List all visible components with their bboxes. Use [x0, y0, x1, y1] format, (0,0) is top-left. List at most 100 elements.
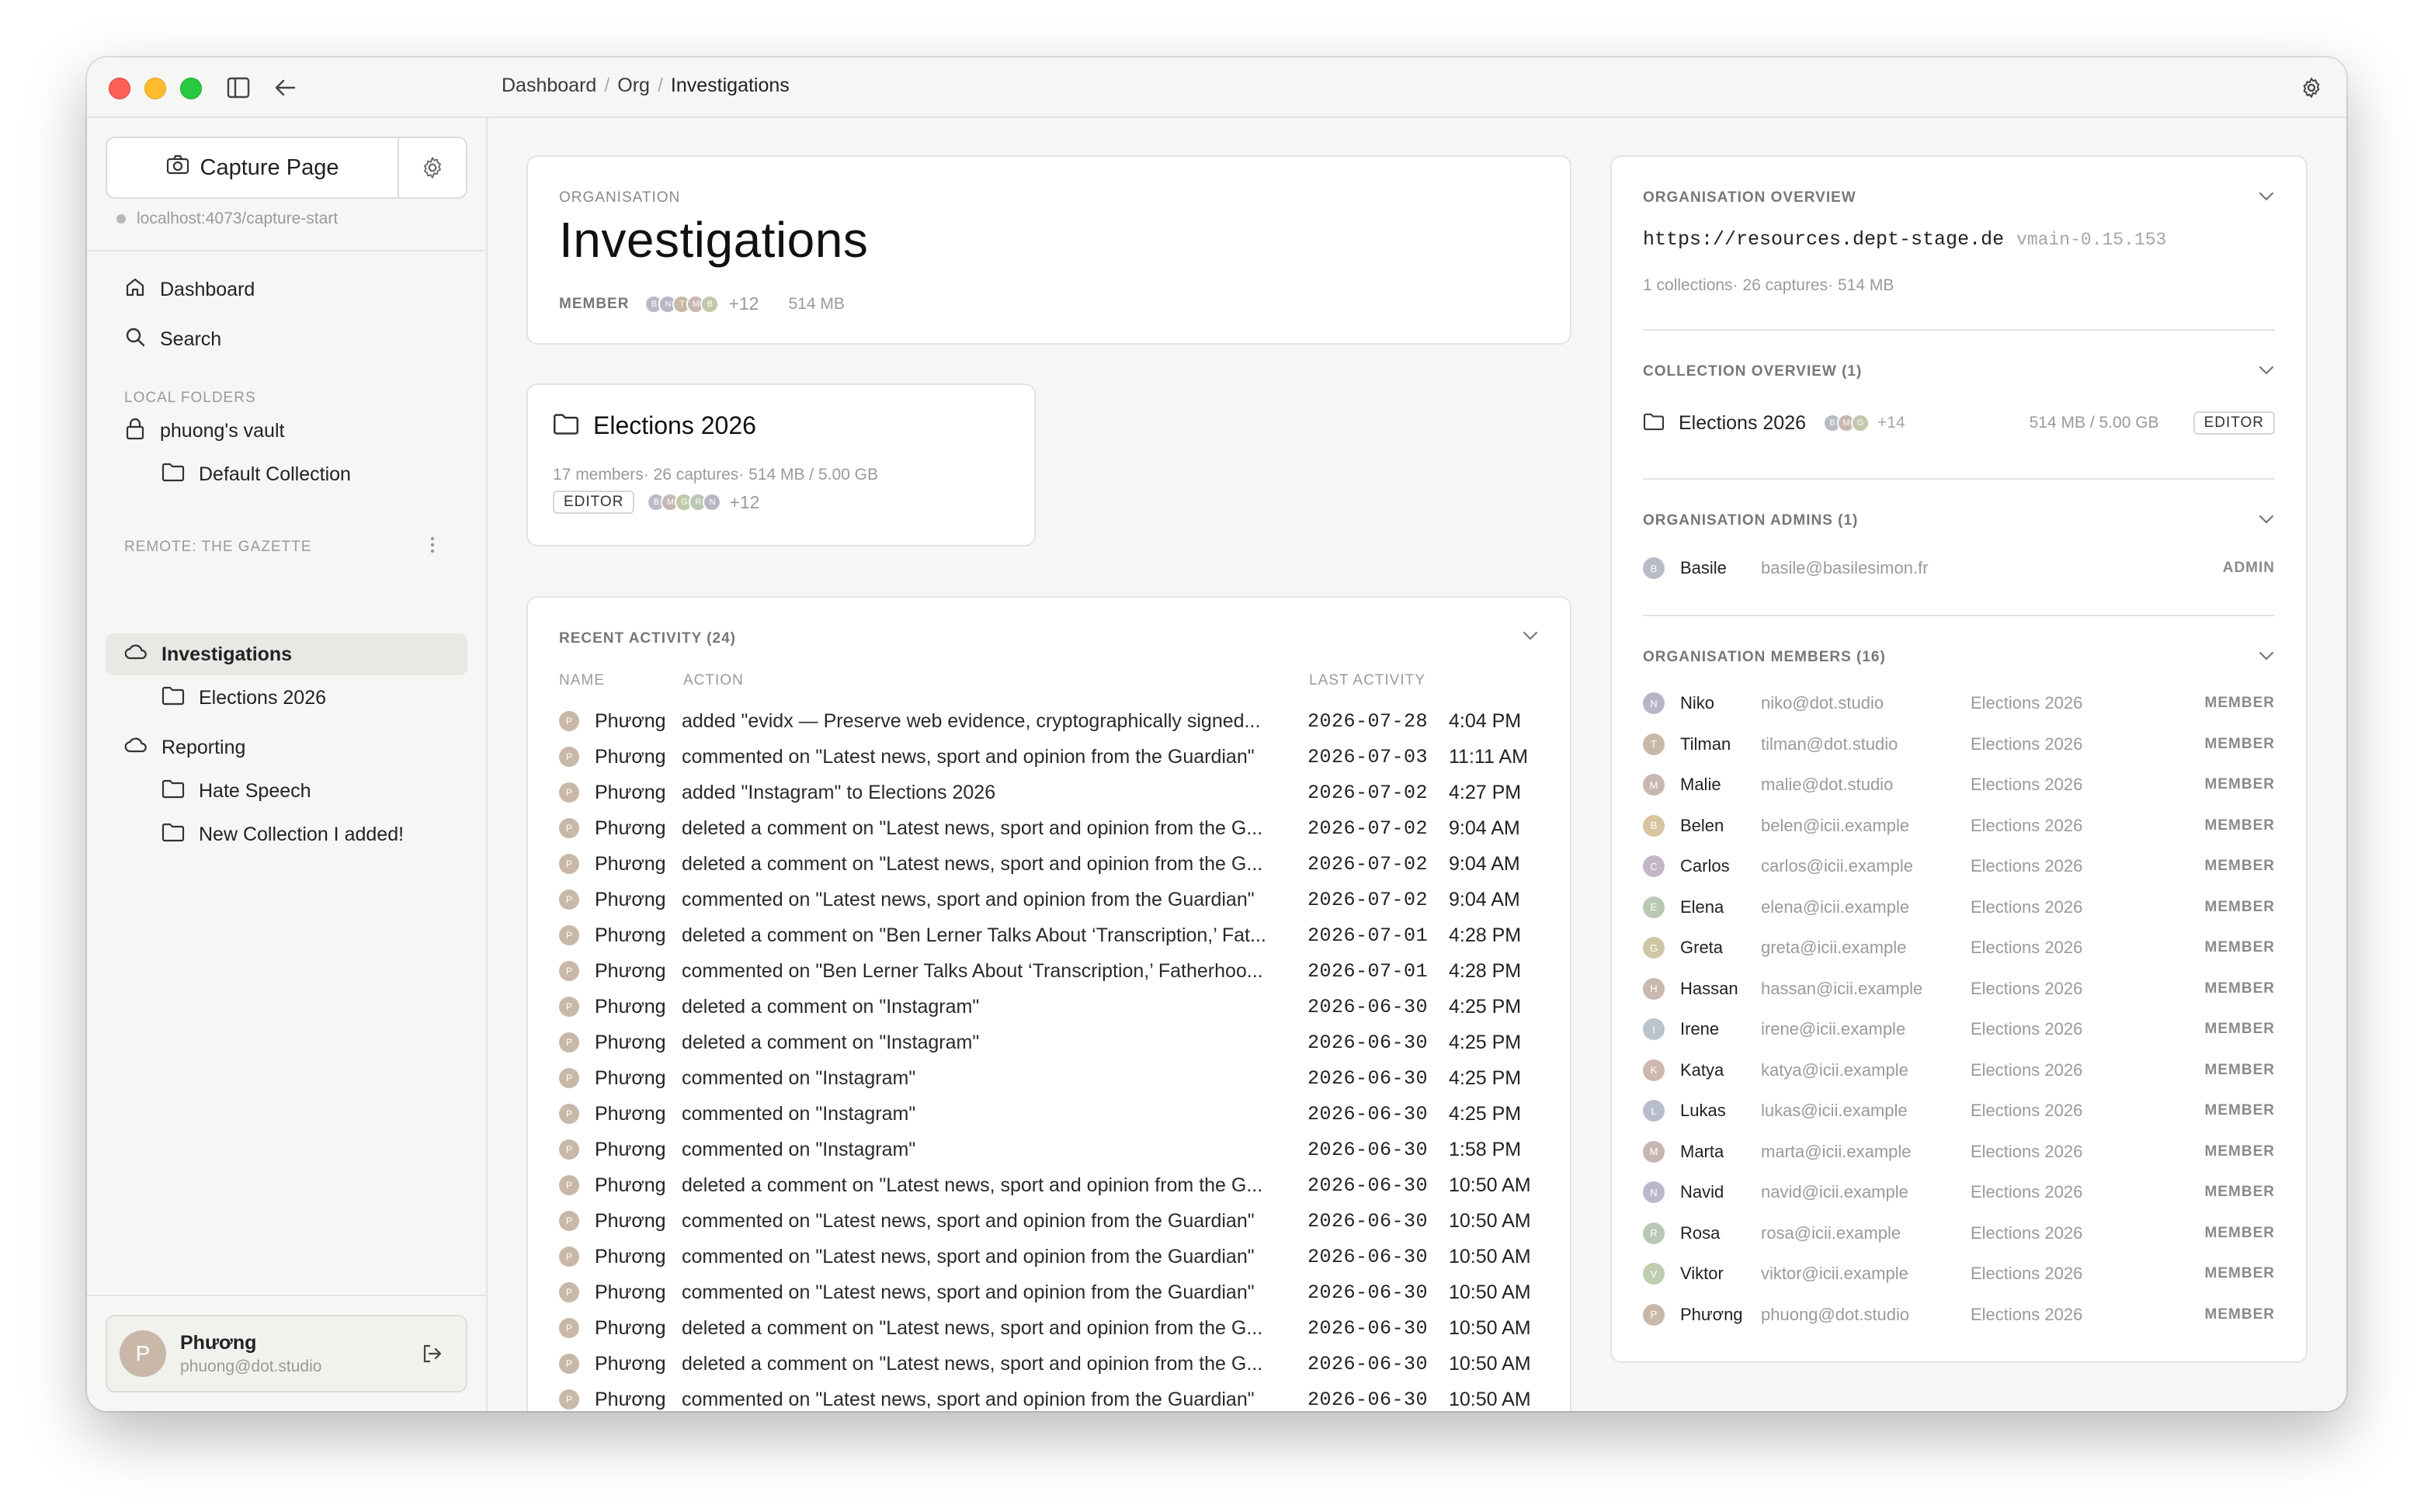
table-row[interactable]: P Phương deleted a comment on "Latest news…	[559, 810, 1539, 846]
member-row[interactable]: I Irene irene@icii.example Elections 2026 ME…	[1643, 1014, 2275, 1045]
avatar: L	[1643, 1100, 1665, 1122]
table-row[interactable]: P Phương commented on "Latest news, sport …	[559, 1274, 1539, 1310]
activity-user: Phương	[595, 1102, 666, 1125]
activity-action: commented on "Instagram"	[682, 1066, 916, 1089]
close-window-button[interactable]	[109, 78, 130, 99]
table-row[interactable]: P Phương commented on "Latest news, sport …	[559, 1382, 1539, 1411]
capture-settings-gear-icon[interactable]	[399, 138, 466, 197]
member-row[interactable]: B Belen belen@icii.example Elections 2026 ME…	[1643, 810, 2275, 841]
collection-overview-row[interactable]: Elections 2026 B M G +14 514 MB / 5.00 G…	[1643, 405, 2275, 441]
chevron-down-icon[interactable]	[2258, 514, 2275, 529]
member-row[interactable]: K Katya katya@icii.example Elections 2026 ME…	[1643, 1055, 2275, 1086]
activity-date: 2026-07-02	[1307, 817, 1429, 840]
member-name: Malie	[1680, 775, 1721, 794]
table-row[interactable]: P Phương commented on "Latest news, sport …	[559, 1239, 1539, 1274]
activity-action: deleted a comment on "Latest news, sport…	[682, 1352, 1263, 1375]
member-collection: Elections 2026	[1971, 1304, 2083, 1324]
member-row[interactable]: N Navid navid@icii.example Elections 2026 ME…	[1643, 1177, 2275, 1208]
sidebar-item-label: phuong's vault	[160, 419, 285, 442]
member-row[interactable]: C Carlos carlos@icii.example Elections 2026…	[1643, 851, 2275, 882]
org-url[interactable]: https://resources.dept-stage.de	[1643, 228, 2004, 251]
collection-meta: 17 members· 26 captures· 514 MB / 5.00 G…	[553, 466, 879, 484]
sidebar-item-label: Hate Speech	[199, 779, 311, 802]
chevron-down-icon[interactable]	[2258, 650, 2275, 665]
chevron-down-icon[interactable]	[2258, 365, 2275, 380]
admin-row[interactable]: B Basile basile@basilesimon.fr ADMIN	[1643, 553, 2275, 584]
sidebar-item-search[interactable]: Search	[106, 318, 467, 360]
member-row[interactable]: P Phương phuong@dot.studio Elections 2026 ME…	[1643, 1299, 2275, 1330]
back-arrow-icon[interactable]	[270, 73, 300, 102]
member-row[interactable]: R Rosa rosa@icii.example Elections 2026 MEMB…	[1643, 1218, 2275, 1249]
member-row[interactable]: N Niko niko@dot.studio Elections 2026 MEMBER	[1643, 688, 2275, 719]
title-bar: Dashboard / Org / Investigations	[87, 57, 2346, 118]
table-row[interactable]: P Phương commented on "Latest news, sport …	[559, 1203, 1539, 1239]
avatar: P	[559, 747, 579, 767]
breadcrumb-dashboard[interactable]: Dashboard	[502, 75, 596, 97]
member-row[interactable]: T Tilman tilman@dot.studio Elections 2026 ME…	[1643, 729, 2275, 760]
member-collection: Elections 2026	[1971, 1141, 2083, 1161]
member-name: Carlos	[1680, 856, 1730, 876]
member-avatars[interactable]: B M G R N	[647, 493, 722, 512]
capture-page-button[interactable]: Capture Page	[107, 138, 399, 197]
member-role: MEMBER	[2204, 1143, 2275, 1160]
activity-action: deleted a comment on "Instagram"	[682, 995, 980, 1018]
activity-user: Phương	[595, 1281, 666, 1303]
table-row[interactable]: P Phương added "Instagram" to Elections 20…	[559, 775, 1539, 810]
table-row[interactable]: P Phương commented on "Instagram" 2026-06-3…	[559, 1060, 1539, 1096]
table-row[interactable]: P Phương deleted a comment on "Latest news…	[559, 1310, 1539, 1346]
activity-date: 2026-07-02	[1307, 781, 1429, 804]
member-row[interactable]: V Viktor viktor@icii.example Elections 2026…	[1643, 1258, 2275, 1289]
table-row[interactable]: P Phương deleted a comment on "Instagram" 2…	[559, 1025, 1539, 1060]
table-row[interactable]: P Phương commented on "Ben Lerner Talks Ab…	[559, 953, 1539, 989]
chevron-down-icon[interactable]	[2258, 191, 2275, 206]
sidebar-item-hate-speech[interactable]: Hate Speech	[106, 770, 467, 812]
breadcrumb-org[interactable]: Org	[617, 75, 650, 97]
table-row[interactable]: P Phương commented on "Latest news, sport …	[559, 739, 1539, 775]
sidebar-item-elections-2026[interactable]: Elections 2026	[106, 677, 467, 719]
activity-date: 2026-06-30	[1307, 1388, 1429, 1411]
table-row[interactable]: P Phương deleted a comment on "Latest news…	[559, 1346, 1539, 1382]
table-row[interactable]: P Phương deleted a comment on "Latest news…	[559, 846, 1539, 882]
sidebar-item-dashboard[interactable]: Dashboard	[106, 269, 467, 310]
sidebar-item-investigations[interactable]: Investigations	[106, 633, 467, 675]
member-row[interactable]: E Elena elena@icii.example Elections 2026 ME…	[1643, 892, 2275, 923]
table-row[interactable]: P Phương deleted a comment on "Ben Lerner …	[559, 917, 1539, 953]
minimize-window-button[interactable]	[144, 78, 166, 99]
avatar: P	[559, 1175, 579, 1195]
avatar: E	[1643, 896, 1665, 918]
member-row[interactable]: H Hassan hassan@icii.example Elections 2026…	[1643, 973, 2275, 1004]
user-card[interactable]: P Phương phuong@dot.studio	[106, 1315, 467, 1392]
activity-time: 11:11 AM	[1449, 745, 1528, 768]
search-icon	[124, 326, 146, 353]
sidebar-toggle-icon[interactable]	[224, 73, 253, 102]
table-row[interactable]: P Phương commented on "Latest news, sport …	[559, 882, 1539, 917]
member-row[interactable]: L Lukas lukas@icii.example Elections 2026 ME…	[1643, 1095, 2275, 1126]
table-row[interactable]: P Phương commented on "Instagram" 2026-06-3…	[559, 1132, 1539, 1167]
avatar: P	[559, 1104, 579, 1124]
table-row[interactable]: P Phương deleted a comment on "Latest news…	[559, 1167, 1539, 1203]
member-row[interactable]: G Greta greta@icii.example Elections 2026 ME…	[1643, 932, 2275, 963]
cloud-icon	[124, 736, 148, 760]
sidebar-item-new-collection[interactable]: New Collection I added!	[106, 813, 467, 855]
avatar: G	[1851, 414, 1870, 432]
settings-gear-icon[interactable]	[2297, 73, 2326, 102]
collection-card[interactable]: Elections 2026 17 members· 26 captures· …	[526, 383, 1036, 546]
member-row[interactable]: M Marta marta@icii.example Elections 2026 ME…	[1643, 1136, 2275, 1167]
chevron-down-icon[interactable]	[1522, 630, 1539, 645]
more-options-icon[interactable]	[429, 534, 436, 560]
logout-icon[interactable]	[421, 1343, 443, 1368]
member-name: Irene	[1680, 1019, 1720, 1039]
table-row[interactable]: P Phương added "evidx — Preserve web evide…	[559, 703, 1539, 739]
avatar: G	[1643, 937, 1665, 959]
member-name: Viktor	[1680, 1264, 1724, 1283]
avatar: P	[559, 1389, 579, 1410]
table-row[interactable]: P Phương commented on "Instagram" 2026-06-3…	[559, 1096, 1539, 1132]
member-row[interactable]: M Malie malie@dot.studio Elections 2026 MEMB…	[1643, 769, 2275, 800]
home-icon	[124, 276, 146, 303]
zoom-window-button[interactable]	[180, 78, 202, 99]
sidebar-item-reporting[interactable]: Reporting	[106, 727, 467, 768]
sidebar-item-vault[interactable]: phuong's vault	[106, 410, 467, 452]
member-avatars[interactable]: B N T M B	[644, 294, 720, 314]
sidebar-item-default-collection[interactable]: Default Collection	[106, 453, 467, 495]
table-row[interactable]: P Phương deleted a comment on "Instagram" 2…	[559, 989, 1539, 1025]
